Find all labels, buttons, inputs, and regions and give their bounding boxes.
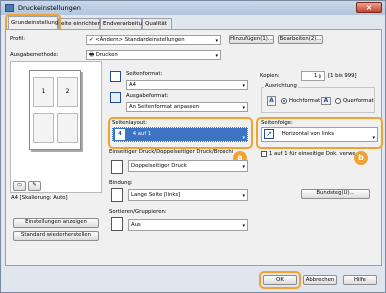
portrait-label: Hochformat xyxy=(289,98,321,104)
page-icon: ▭ xyxy=(16,182,22,188)
profile-select[interactable]: ✔ <Ändern> Standardeinstellungen ▾ xyxy=(86,35,221,45)
close-button[interactable]: × xyxy=(356,2,382,13)
binding-icon xyxy=(111,188,123,202)
profile-value: <Ändern> Standardeinstellungen xyxy=(95,37,185,43)
chevron-down-icon: ▾ xyxy=(242,193,245,199)
sort-select[interactable]: Aus ▾ xyxy=(128,219,248,231)
window-title: Druckeinstellungen xyxy=(18,4,81,12)
output-format-label: Ausgabeformat: xyxy=(126,93,169,99)
page-order-label: Seitenfolge: xyxy=(261,120,293,126)
output-method-select[interactable]: 🖶 Drucken ▾ xyxy=(86,50,221,60)
tab-quality[interactable]: Qualität xyxy=(142,18,172,29)
restore-default-button[interactable]: Standard wiederherstellen xyxy=(13,231,99,241)
edit-profile-button[interactable]: Bearbeiten(2)... xyxy=(278,35,323,44)
printer-icon xyxy=(5,4,14,12)
page-preview: 1 2 xyxy=(10,61,102,193)
chevron-down-icon: ▾ xyxy=(242,223,245,229)
orientation-label: Ausrichtung xyxy=(264,83,298,89)
sort-icon xyxy=(111,217,123,231)
show-settings-button[interactable]: Einstellungen anzeigen xyxy=(13,218,99,228)
page-order-value: Horizontal von links xyxy=(281,131,334,137)
ok-button[interactable]: OK xyxy=(263,275,297,285)
copies-range: [1 bis 999] xyxy=(328,73,357,79)
page-order-select[interactable]: ↗ Horizontal von links ▾ xyxy=(261,127,378,142)
cancel-button[interactable]: Abbrechen xyxy=(303,275,337,285)
preview-page-4 xyxy=(57,113,78,143)
gutter-button[interactable]: Bundsteg(U)... xyxy=(301,189,370,199)
page-layout-label: Seitenlayout: xyxy=(112,120,148,126)
chevron-down-icon: ▾ xyxy=(242,164,245,170)
tab-page-setup[interactable]: eite einrichten xyxy=(58,18,101,29)
output-format-icon xyxy=(110,92,121,103)
printer-icon: 🖶 xyxy=(89,52,96,58)
duplex-select[interactable]: Doppelseitiger Druck ▾ xyxy=(128,160,248,172)
binding-select[interactable]: Lange Seite [links] ▾ xyxy=(128,189,248,201)
chevron-down-icon: ▾ xyxy=(242,83,245,89)
page-layout-value: 4 auf 1 xyxy=(132,131,152,137)
one-on-one-label: 1 auf 1 für einseitige Dok. verwenden xyxy=(269,151,355,157)
chevron-down-icon: ▾ xyxy=(242,105,245,111)
title-bar: Druckeinstellungen × xyxy=(1,1,385,15)
spin-icon[interactable]: ⇕ xyxy=(318,73,322,80)
copies-value: 1 xyxy=(314,73,318,79)
copies-input[interactable]: 1 ⇕ xyxy=(301,71,325,81)
one-on-one-checkbox[interactable] xyxy=(261,151,267,157)
duplex-value: Doppelseitiger Druck xyxy=(131,163,187,169)
layout-icon: 4 xyxy=(115,129,125,140)
output-format-value: An Seitenformat anpassen xyxy=(129,104,200,110)
printer-settings-window: Druckeinstellungen × Grundeinstellungen … xyxy=(0,0,386,293)
landscape-label: Querformat xyxy=(343,98,374,104)
add-profile-button[interactable]: Hinzufügen(1)... xyxy=(229,35,274,44)
page-format-label: Seitenformat: xyxy=(126,71,163,77)
page-format-select[interactable]: A4 ▾ xyxy=(126,80,248,90)
chevron-down-icon: ▾ xyxy=(242,135,245,141)
binding-label: Bindung: xyxy=(109,180,133,186)
preview-page-3 xyxy=(33,113,54,143)
preview-sheet: 1 2 xyxy=(29,70,81,150)
chevron-down-icon: ▾ xyxy=(215,53,218,59)
output-method-label: Ausgabemethode: xyxy=(10,52,59,58)
order-icon: ↗ xyxy=(264,128,274,139)
preview-view-button[interactable]: ▭ xyxy=(13,181,26,191)
output-format-select[interactable]: An Seitenformat anpassen ▾ xyxy=(126,102,248,112)
portrait-radio[interactable] xyxy=(281,98,287,104)
portrait-page-icon: A xyxy=(267,96,276,106)
duplex-label: Einseitiger Druck/Doppelseitiger Druck/B… xyxy=(109,149,233,155)
copies-label: Kopien: xyxy=(260,73,280,79)
landscape-radio[interactable] xyxy=(335,98,341,104)
binding-value: Lange Seite [links] xyxy=(131,192,181,198)
duplex-icon xyxy=(111,160,123,174)
preview-caption: A4 [Skalierung: Auto] xyxy=(11,195,68,201)
preview-page-2: 2 xyxy=(57,77,78,107)
pen-icon: ✎ xyxy=(32,182,37,188)
callout-badge-b: b xyxy=(354,151,368,165)
preview-detail-button[interactable]: ✎ xyxy=(28,181,41,191)
chevron-down-icon: ▾ xyxy=(215,38,218,44)
help-button[interactable]: Hilfe xyxy=(343,275,377,285)
page-format-value: A4 xyxy=(129,82,136,88)
tab-finishing[interactable]: Endverarbeitung xyxy=(100,18,149,29)
sort-label: Sortieren/Gruppieren: xyxy=(109,209,167,215)
page-format-icon xyxy=(110,71,121,82)
preview-page-1: 1 xyxy=(33,77,54,107)
profile-label: Profil: xyxy=(10,36,25,42)
sort-value: Aus xyxy=(131,222,141,228)
landscape-page-icon: A xyxy=(321,97,331,105)
output-method-value: Drucken xyxy=(95,52,118,58)
page-layout-select[interactable]: 4 4 auf 1 ▾ xyxy=(112,127,248,142)
chevron-down-icon: ▾ xyxy=(372,135,375,141)
